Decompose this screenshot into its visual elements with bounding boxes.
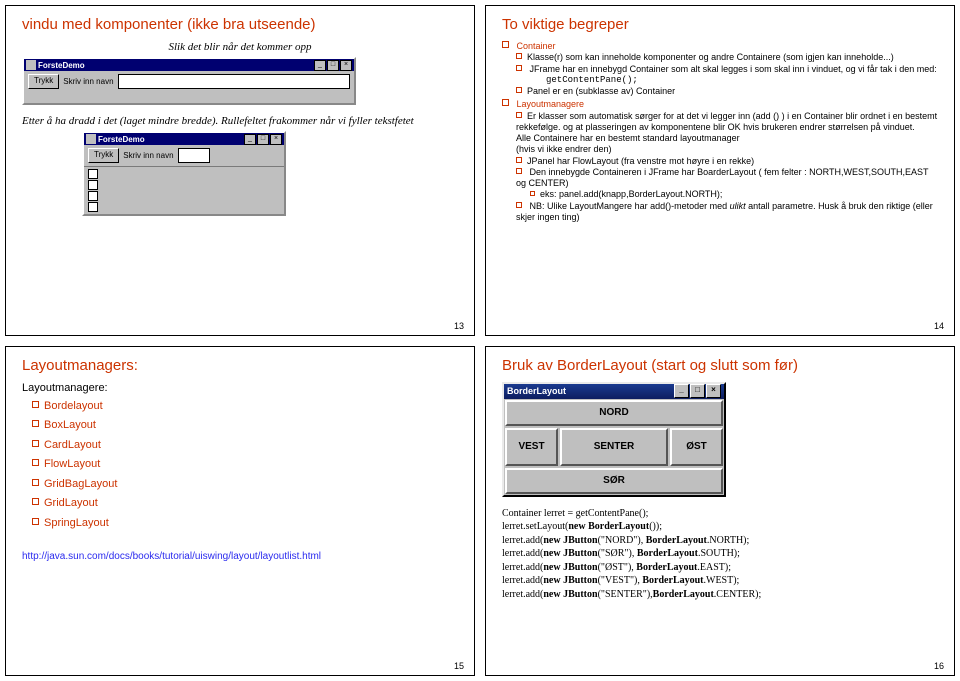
container-desc-2: JFrame har en innebygd Container som alt… bbox=[530, 64, 937, 74]
lm-para-2: (hvis vi ikke endrer den) bbox=[516, 144, 938, 155]
subheading: Layoutmanagere: bbox=[22, 382, 458, 394]
code-getcontentpane: getContentPane(); bbox=[546, 75, 938, 86]
lm-bullet-3-em: ulikt bbox=[730, 201, 746, 211]
layout-item: FlowLayout bbox=[32, 456, 458, 474]
slide-16: Bruk av BorderLayout (start og slutt som… bbox=[485, 346, 955, 677]
text-input[interactable] bbox=[118, 74, 350, 89]
code-block: Container lerret = getContentPane();lerr… bbox=[502, 507, 938, 602]
page-number: 13 bbox=[454, 321, 464, 331]
slide-title: To viktige begreper bbox=[502, 16, 938, 33]
lm-bullet-2: Den innebygde Containeren i JFrame har B… bbox=[516, 167, 928, 188]
slide-15: Layoutmanagers: Layoutmanagere: Bordelay… bbox=[5, 346, 475, 677]
caption-1: Slik det blir når det kommer opp bbox=[22, 41, 458, 53]
layout-item: Bordelayout bbox=[32, 398, 458, 416]
layout-item: CardLayout bbox=[32, 437, 458, 455]
layout-item: SpringLayout bbox=[32, 515, 458, 533]
slide-title: vindu med komponenter (ikke bra utseende… bbox=[22, 16, 458, 33]
text-input-2[interactable] bbox=[178, 148, 210, 163]
window-buttons: _□× bbox=[674, 384, 721, 398]
window-extra-rows bbox=[84, 166, 284, 214]
window-title: BorderLayout bbox=[507, 386, 566, 396]
window-mock-small: ForsteDemo _□× Trykk Skriv inn navn bbox=[82, 131, 286, 216]
borderlayout-window: BorderLayout _□× NORD VEST SENTER ØST SØ… bbox=[502, 382, 726, 497]
page-number: 14 bbox=[934, 321, 944, 331]
window-mock-large: ForsteDemo _□× Trykk Skriv inn navn bbox=[22, 57, 356, 105]
trykk-button[interactable]: Trykk bbox=[28, 74, 59, 89]
page-number: 15 bbox=[454, 661, 464, 671]
code-line: lerret.add(new JButton("SENTER"),BorderL… bbox=[502, 588, 938, 602]
page-number: 16 bbox=[934, 661, 944, 671]
container-desc-1: Klasse(r) som kan inneholde komponenter … bbox=[516, 52, 938, 63]
west-button[interactable]: VEST bbox=[505, 428, 558, 466]
tutorial-link[interactable]: http://java.sun.com/docs/books/tutorial/… bbox=[22, 551, 321, 562]
trykk-button-2[interactable]: Trykk bbox=[88, 148, 119, 163]
caption-2: Etter å ha dradd i det (laget mindre bre… bbox=[22, 115, 458, 127]
slide-title: Bruk av BorderLayout (start og slutt som… bbox=[502, 357, 938, 374]
java-icon bbox=[26, 60, 36, 70]
north-button[interactable]: NORD bbox=[505, 400, 723, 426]
code-line: lerret.setLayout(new BorderLayout()); bbox=[502, 520, 938, 534]
input-label-2: Skriv inn navn bbox=[123, 151, 173, 160]
container-desc-3: Panel er en (subklasse av) Container bbox=[516, 86, 938, 97]
window-buttons: _□× bbox=[314, 60, 352, 71]
lm-bullet-1: JPanel har FlowLayout (fra venstre mot h… bbox=[516, 156, 938, 167]
window-buttons-2: _□× bbox=[244, 134, 282, 145]
lm-bullet-2-example: eks: panel.add(knapp,BorderLayout.NORTH)… bbox=[530, 189, 938, 200]
code-line: Container lerret = getContentPane(); bbox=[502, 507, 938, 521]
container-heading: Container bbox=[517, 41, 556, 51]
lm-bullet-3a: NB: Ulike LayoutMangere har add()-metode… bbox=[530, 201, 730, 211]
window-title: ForsteDemo bbox=[38, 61, 85, 70]
layoutmanager-heading: Layoutmanagere bbox=[517, 99, 585, 109]
center-button[interactable]: SENTER bbox=[560, 428, 668, 466]
input-label: Skriv inn navn bbox=[63, 77, 113, 86]
code-line: lerret.add(new JButton("SØR"), BorderLay… bbox=[502, 547, 938, 561]
slide-14: To viktige begreper Container Klasse(r) … bbox=[485, 5, 955, 336]
lm-para-1: Alle Containere har en bestemt standard … bbox=[516, 133, 938, 144]
java-icon bbox=[86, 134, 96, 144]
layout-item: GridLayout bbox=[32, 495, 458, 513]
slide-title: Layoutmanagers: bbox=[22, 357, 458, 374]
east-button[interactable]: ØST bbox=[670, 428, 723, 466]
layout-item: BoxLayout bbox=[32, 417, 458, 435]
code-line: lerret.add(new JButton("VEST"), BorderLa… bbox=[502, 574, 938, 588]
south-button[interactable]: SØR bbox=[505, 468, 723, 494]
lm-desc-1: Er klasser som automatisk sørger for at … bbox=[516, 111, 938, 134]
code-line: lerret.add(new JButton("ØST"), BorderLay… bbox=[502, 561, 938, 575]
slide-13: vindu med komponenter (ikke bra utseende… bbox=[5, 5, 475, 336]
window-title-2: ForsteDemo bbox=[98, 135, 145, 144]
code-line: lerret.add(new JButton("NORD"), BorderLa… bbox=[502, 534, 938, 548]
layout-item: GridBagLayout bbox=[32, 476, 458, 494]
